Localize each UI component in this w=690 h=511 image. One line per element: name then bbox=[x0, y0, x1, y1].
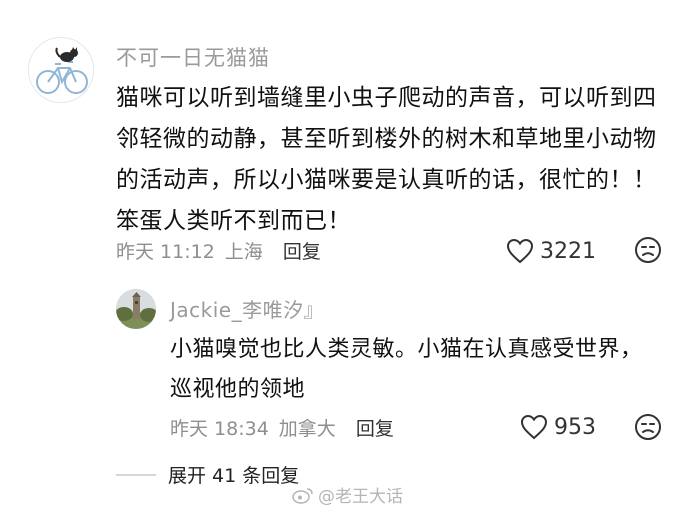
dislike-button[interactable] bbox=[634, 236, 662, 268]
comment-text: 小猫嗅觉也比人类灵敏。小猫在认真感受世界，巡视他的领地 bbox=[170, 337, 643, 402]
like-count: 953 bbox=[554, 414, 596, 440]
avatar[interactable] bbox=[28, 37, 94, 103]
location: 上海 bbox=[224, 241, 263, 263]
cat-on-bicycle-avatar-icon bbox=[29, 38, 93, 102]
expand-replies-label: 展开 41 条回复 bbox=[168, 465, 300, 487]
heart-outline-icon bbox=[506, 238, 534, 264]
watermark-text: @老王大话 bbox=[318, 487, 403, 507]
timestamp: 昨天 11:12 bbox=[116, 241, 215, 263]
like-button[interactable]: 953 bbox=[520, 414, 596, 440]
location: 加拿大 bbox=[278, 418, 336, 440]
dislike-button[interactable] bbox=[634, 413, 662, 445]
watermark: @老王大话 bbox=[292, 482, 403, 507]
comment-text: 猫咪可以听到墙缝里小虫子爬动的声音，可以听到四邻轻微的动静，甚至听到楼外的树木和… bbox=[116, 85, 657, 234]
weibo-logo-icon bbox=[292, 487, 313, 504]
frown-face-icon bbox=[635, 237, 661, 263]
avatar[interactable] bbox=[116, 289, 156, 329]
like-count: 3221 bbox=[540, 238, 596, 264]
comment-thread: 不可一日无猫猫 猫咪可以听到墙缝里小虫子爬动的声音，可以听到四邻轻微的动静，甚至… bbox=[0, 0, 690, 511]
reply-button[interactable]: 回复 bbox=[356, 414, 394, 441]
frown-face-icon bbox=[635, 414, 661, 440]
reply-button[interactable]: 回复 bbox=[283, 237, 321, 264]
username[interactable]: Jackie_李唯汐』 bbox=[170, 294, 324, 323]
divider bbox=[116, 473, 156, 476]
expand-replies-button[interactable]: 展开 41 条回复 bbox=[116, 461, 299, 488]
comment-meta: 昨天 18:34 加拿大 回复 bbox=[170, 414, 394, 441]
like-button[interactable]: 3221 bbox=[506, 238, 596, 264]
tower-photo-avatar-icon bbox=[116, 289, 156, 329]
username[interactable]: 不可一日无猫猫 bbox=[116, 42, 270, 72]
timestamp: 昨天 18:34 bbox=[170, 418, 269, 440]
heart-outline-icon bbox=[520, 414, 548, 440]
comment-meta: 昨天 11:12 上海 回复 bbox=[116, 237, 321, 264]
